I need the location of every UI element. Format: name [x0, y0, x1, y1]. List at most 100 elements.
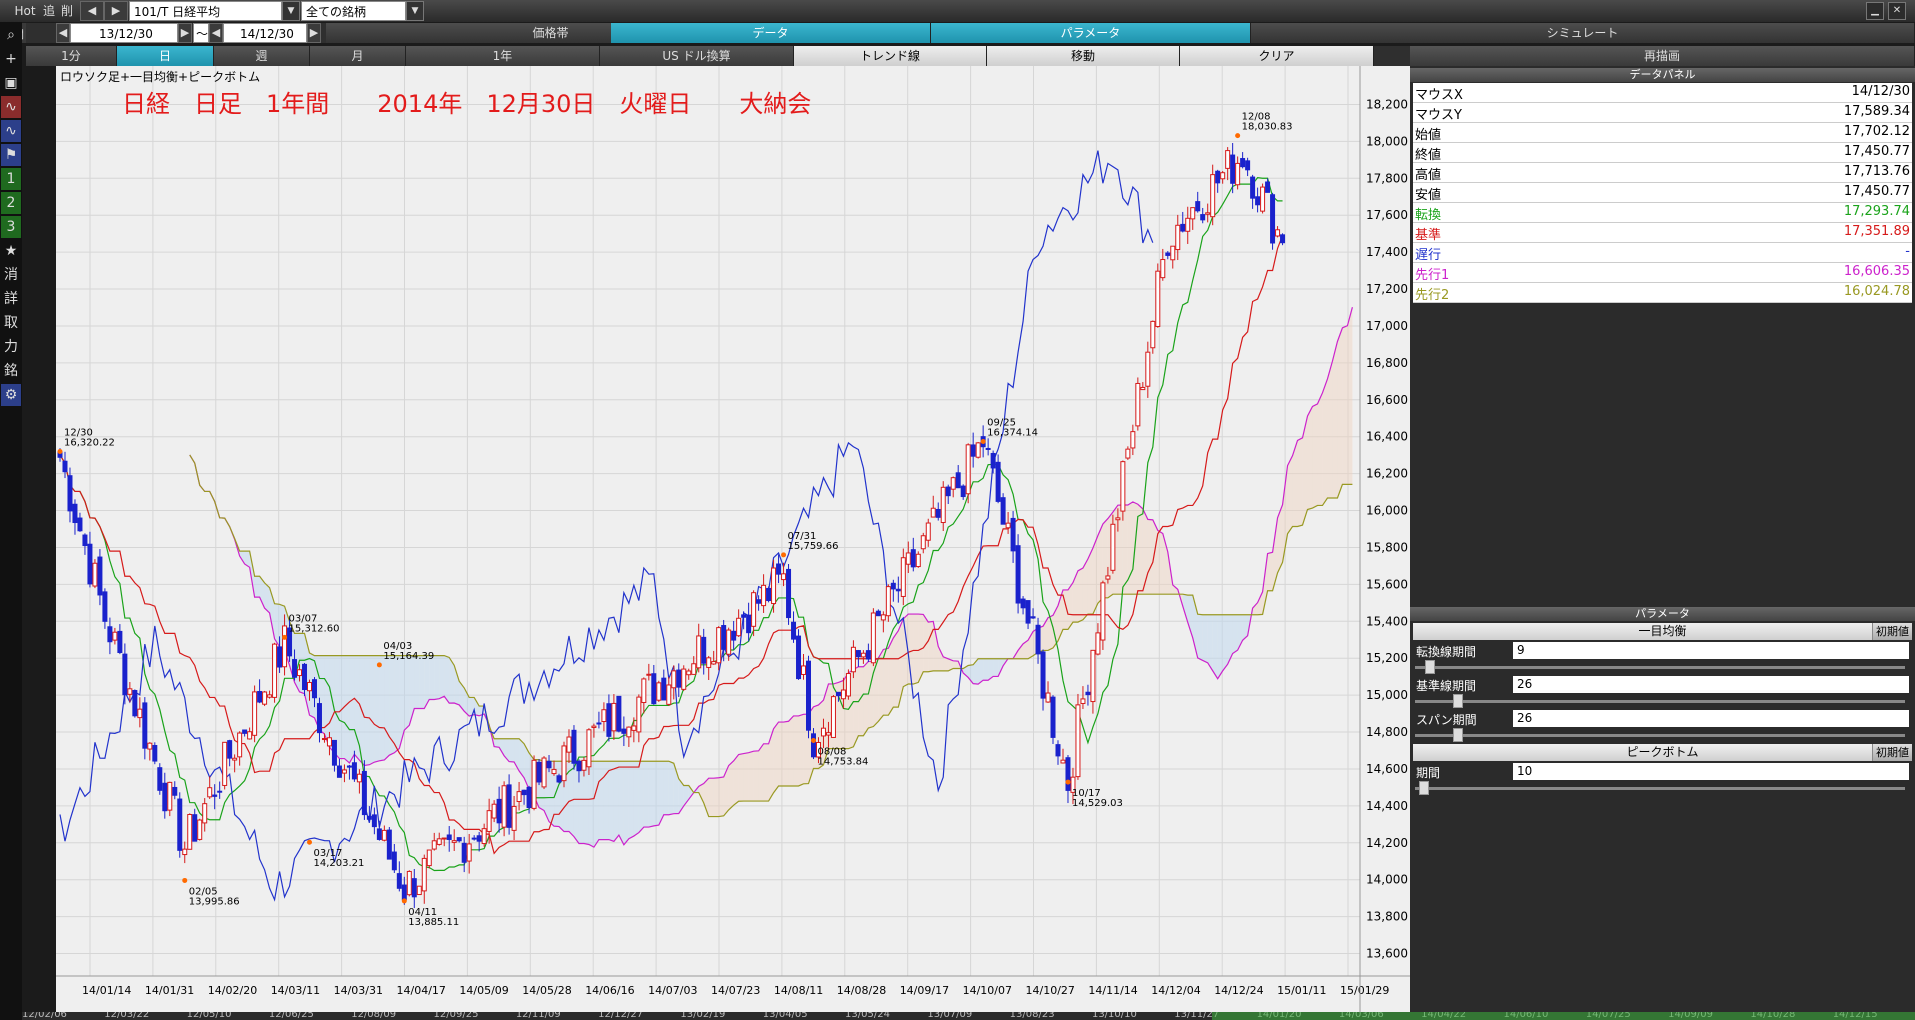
end-next-button[interactable]: ▶ — [307, 23, 321, 43]
candle-body — [1100, 582, 1106, 641]
erase-icon[interactable]: 消 — [1, 264, 21, 286]
data-row: 高値 17,713.76 — [1413, 163, 1912, 183]
slider-knob[interactable] — [1419, 781, 1429, 795]
power-icon[interactable]: 力 — [1, 336, 21, 358]
parameter-button[interactable]: パラメータ — [931, 23, 1251, 43]
symbol-input[interactable]: 101/T 日経平均 — [129, 1, 282, 21]
end-prev-button[interactable]: ◀ — [209, 23, 223, 43]
one-icon[interactable]: 1 — [1, 168, 21, 190]
symbol-dropdown-icon[interactable]: ▼ — [282, 1, 300, 21]
tab-1min[interactable]: 1分 — [26, 46, 117, 66]
candle-body — [925, 522, 931, 541]
navigator-tick: 12/08/09 — [351, 1012, 397, 1020]
redraw-button[interactable]: 再描画 — [1410, 46, 1915, 66]
cloud-segment — [733, 754, 739, 806]
crosshair-icon[interactable]: + — [1, 48, 21, 70]
candle-body — [631, 725, 637, 731]
x-tick-label: 14/09/17 — [900, 984, 949, 997]
span-period-input[interactable]: 26 — [1513, 710, 1909, 727]
data-button[interactable]: データ — [611, 23, 931, 43]
x-tick-label: 14/12/04 — [1151, 984, 1200, 997]
span-period-slider[interactable] — [1413, 728, 1909, 742]
candle-body — [232, 757, 238, 761]
range-tilde: ～ — [193, 23, 209, 43]
tab-monthly[interactable]: 月 — [310, 46, 406, 66]
conv-period-input[interactable]: 9 — [1513, 642, 1909, 659]
hot-button[interactable]: Hot — [12, 1, 38, 21]
tsui-button[interactable]: 追 — [40, 1, 58, 21]
tab-weekly[interactable]: 週 — [214, 46, 310, 66]
navigator-tick: 12/09/25 — [433, 1012, 479, 1020]
cloud-segment — [623, 761, 629, 845]
base-period-input[interactable]: 26 — [1513, 676, 1909, 693]
star-icon[interactable]: ★ — [1, 240, 21, 262]
chart-area[interactable]: 13,600 13,800 14,000 14,200 14,400 14,600 14,8… — [56, 66, 1410, 1012]
navigator-window[interactable] — [1212, 1012, 1915, 1020]
peak-marker — [57, 448, 63, 454]
candle-body — [556, 775, 562, 783]
candle-body — [247, 731, 253, 740]
ichimoku-reset-button[interactable]: 初期値 — [1872, 623, 1912, 640]
prev-symbol-button[interactable]: ◀ — [80, 1, 104, 21]
candle-body — [586, 729, 592, 768]
move-button[interactable]: 移動 — [987, 46, 1180, 66]
candle-body — [666, 684, 672, 705]
slider-knob[interactable] — [1425, 660, 1435, 674]
slider-track — [1415, 734, 1905, 737]
navigator-strip[interactable]: 12/02/06 12/03/22 12/05/10 12/06/25 12/08/09… — [22, 1012, 1915, 1020]
start-prev-button[interactable]: ◀ — [56, 23, 70, 43]
tab-usd[interactable]: US ドル換算 — [600, 46, 794, 66]
simulate-button[interactable]: シミュレート — [1251, 23, 1915, 43]
peak-value-label: 14,753.84 — [817, 757, 868, 768]
candle-body — [571, 729, 577, 764]
peak-value-label: 15,312.60 — [289, 623, 340, 634]
x-tick-label: 14/06/16 — [585, 984, 634, 997]
tab-daily[interactable]: 日 — [117, 46, 214, 66]
navigator-tick: 13/05/24 — [845, 1012, 890, 1020]
start-next-button[interactable]: ▶ — [178, 23, 192, 43]
candle-body — [137, 708, 143, 719]
chart-trend-icon[interactable]: ∿ — [1, 120, 21, 142]
universe-dropdown-icon[interactable]: ▼ — [406, 1, 424, 21]
candle-body — [97, 556, 103, 596]
close-icon[interactable]: ✕ — [1888, 2, 1906, 20]
candle-body — [1090, 649, 1096, 703]
trendline-button[interactable]: トレンド線 — [794, 46, 987, 66]
conv-period-slider[interactable] — [1413, 660, 1909, 674]
next-symbol-button[interactable]: ▶ — [104, 1, 128, 21]
detail-icon[interactable]: 詳 — [1, 288, 21, 310]
end-date-input[interactable]: 14/12/30 — [223, 23, 307, 43]
minimize-icon[interactable]: ▁ — [1866, 2, 1884, 20]
tab-1year[interactable]: 1年 — [406, 46, 600, 66]
candle-body — [262, 691, 268, 705]
trade-icon[interactable]: 取 — [1, 312, 21, 334]
chart-line-icon[interactable]: ∿ — [1, 96, 21, 118]
delete-button[interactable]: 削 — [58, 1, 76, 21]
candle-body — [486, 810, 492, 832]
cloud-segment — [983, 658, 989, 681]
slider-knob[interactable] — [1453, 694, 1463, 708]
stock-icon[interactable]: 銘 — [1, 360, 21, 382]
peak-reset-button[interactable]: 初期値 — [1872, 744, 1912, 761]
candle-body — [162, 782, 168, 812]
two-icon[interactable]: 2 — [1, 192, 21, 214]
data-row-value: 17,351.89 — [1843, 224, 1910, 239]
three-icon[interactable]: 3 — [1, 216, 21, 238]
data-row-value: 17,293.74 — [1843, 204, 1910, 219]
base-period-slider[interactable] — [1413, 694, 1909, 708]
candle-body — [626, 726, 632, 738]
slider-knob[interactable] — [1453, 728, 1463, 742]
navigator-tick: 13/02/19 — [680, 1012, 726, 1020]
candle-body — [1235, 162, 1241, 186]
universe-select[interactable]: 全ての銘柄 — [301, 1, 406, 21]
flag-icon[interactable]: ⚑ — [1, 144, 21, 166]
gear-icon[interactable]: ⚙ — [1, 384, 21, 406]
peak-period-input[interactable]: 10 — [1513, 763, 1909, 780]
search-icon[interactable]: ⌕ — [1, 24, 21, 46]
candle-body — [940, 486, 946, 524]
clear-button[interactable]: クリア — [1180, 46, 1374, 66]
start-date-input[interactable]: 13/12/30 — [70, 23, 178, 43]
camera-icon[interactable]: ▣ — [1, 72, 21, 94]
peak-period-slider[interactable] — [1413, 781, 1909, 795]
ichimoku-chart[interactable]: 13,600 13,800 14,000 14,200 14,400 14,600 14,8… — [56, 66, 1410, 1012]
